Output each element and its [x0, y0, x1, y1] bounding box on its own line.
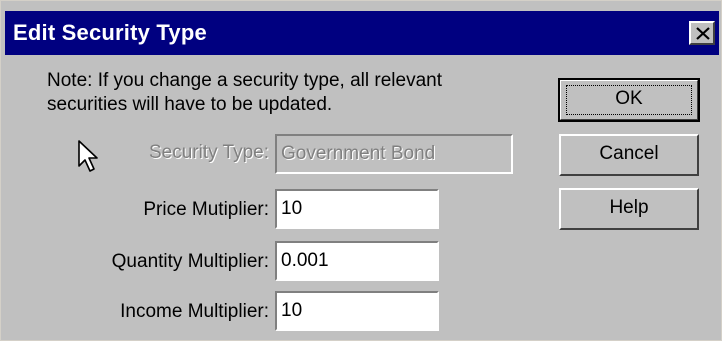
price-multiplier-field[interactable] — [275, 189, 439, 229]
note-text: Note: If you change a security type, all… — [47, 70, 442, 115]
edit-security-type-dialog: Edit Security Type Note: If you change a… — [0, 0, 722, 341]
help-button[interactable]: Help — [559, 188, 699, 230]
security-type-label: Security Type: — [148, 142, 269, 163]
income-multiplier-label: Income Multiplier: — [120, 301, 269, 322]
quantity-multiplier-label: Quantity Multiplier: — [111, 251, 269, 272]
price-multiplier-label: Price Mutiplier: — [143, 199, 269, 220]
quantity-multiplier-field[interactable] — [275, 241, 439, 281]
dialog-title: Edit Security Type — [13, 20, 207, 45]
ok-button[interactable]: OK — [558, 78, 700, 122]
cancel-button[interactable]: Cancel — [559, 134, 699, 176]
income-multiplier-field[interactable] — [275, 291, 439, 331]
help-button-label: Help — [609, 197, 649, 218]
security-type-field — [275, 134, 513, 174]
ok-button-label: OK — [615, 88, 643, 109]
title-bar[interactable]: Edit Security Type — [5, 11, 719, 55]
cancel-button-label: Cancel — [599, 143, 659, 164]
close-icon — [696, 27, 710, 40]
close-button[interactable] — [689, 21, 715, 45]
